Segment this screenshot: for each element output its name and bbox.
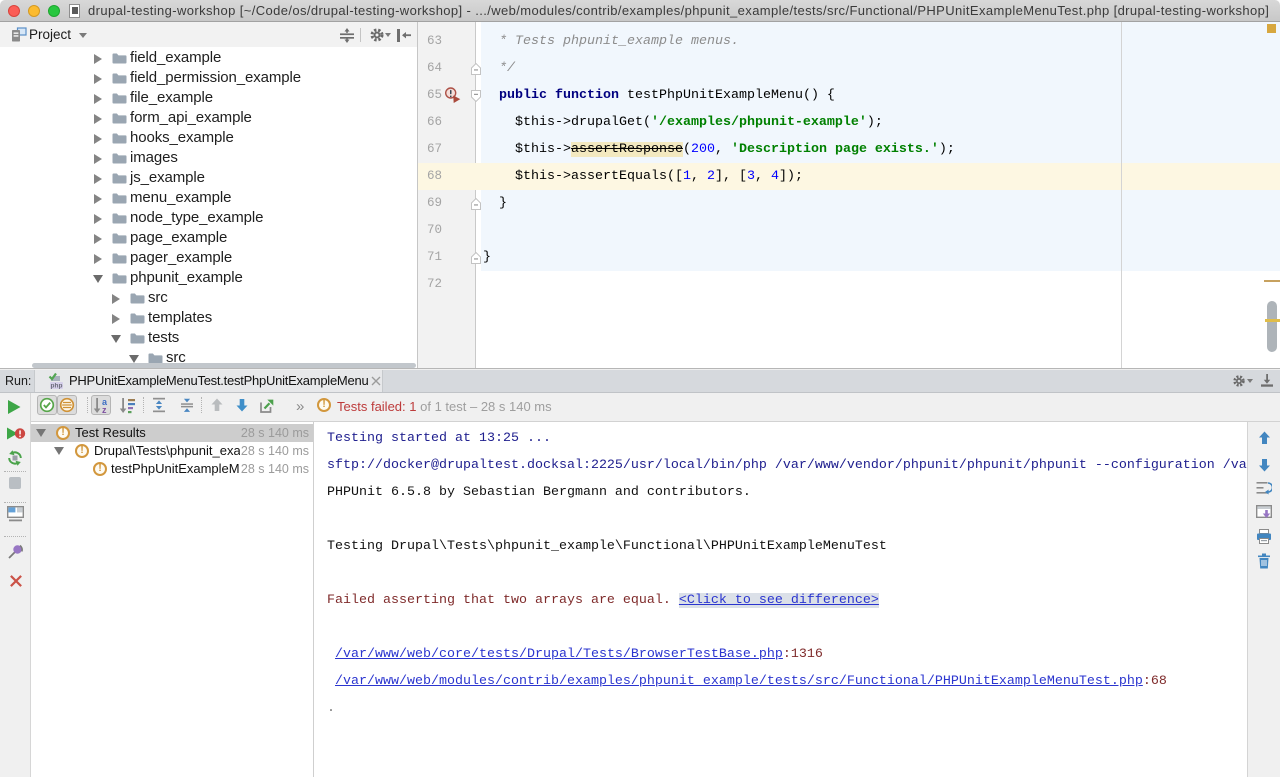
svg-text:z: z [102, 405, 107, 414]
svg-text:php: php [51, 383, 63, 390]
